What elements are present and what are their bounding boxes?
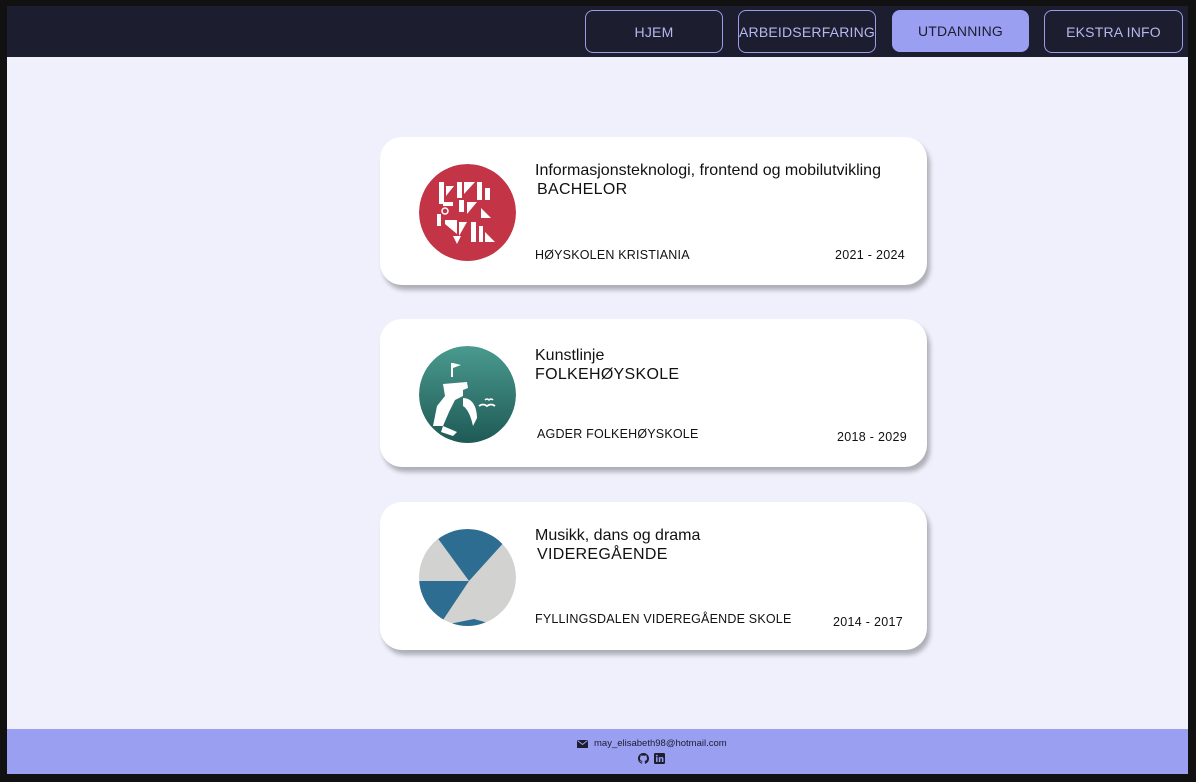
window-frame-left xyxy=(0,0,7,782)
top-navigation: HJEM ARBEIDSERFARING UTDANNING EKSTRA IN… xyxy=(7,6,1188,57)
school-name: FYLLINGSDALEN VIDEREGÅENDE SKOLE xyxy=(535,612,792,626)
mail-icon xyxy=(577,739,588,748)
school-name: HØYSKOLEN KRISTIANIA xyxy=(535,248,690,262)
study-program: Informasjonsteknologi, frontend og mobil… xyxy=(535,162,881,179)
fyllingsdalen-logo-icon xyxy=(419,529,516,626)
nav-hjem-button[interactable]: HJEM xyxy=(585,10,723,53)
education-page: Informasjonsteknologi, frontend og mobil… xyxy=(7,57,1188,729)
degree-type: BACHELOR xyxy=(537,181,628,198)
window-frame-right xyxy=(1188,0,1196,782)
email-address[interactable]: may_elisabeth98@hotmail.com xyxy=(594,738,727,749)
education-card-agder: Kunstlinje FOLKEHØYSKOLE AGDER FOLKEHØYS… xyxy=(380,319,927,467)
github-icon[interactable] xyxy=(638,753,649,764)
study-years: 2018 - 2029 xyxy=(836,430,907,444)
footer: may_elisabeth98@hotmail.com xyxy=(7,729,1188,774)
study-years: 2014 - 2017 xyxy=(832,615,903,629)
study-program: Musikk, dans og drama xyxy=(535,527,701,544)
agder-folkehoyskole-logo-icon xyxy=(419,346,516,443)
school-name: AGDER FOLKEHØYSKOLE xyxy=(537,427,699,441)
kristiania-logo-icon xyxy=(419,164,516,261)
degree-type: FOLKEHØYSKOLE xyxy=(535,366,680,383)
education-card-fyllingsdalen: Musikk, dans og drama VIDEREGÅENDE FYLLI… xyxy=(380,502,927,650)
study-years: 2021 - 2024 xyxy=(834,248,905,262)
social-links xyxy=(638,753,665,764)
nav-ekstra-info-button[interactable]: EKSTRA INFO xyxy=(1044,10,1183,53)
window-frame-bottom xyxy=(0,774,1196,782)
linkedin-icon[interactable] xyxy=(654,753,665,764)
nav-utdanning-button[interactable]: UTDANNING xyxy=(892,10,1029,52)
education-card-kristiania: Informasjonsteknologi, frontend og mobil… xyxy=(380,137,927,285)
nav-arbeidserfaring-button[interactable]: ARBEIDSERFARING xyxy=(738,10,876,53)
degree-type: VIDEREGÅENDE xyxy=(537,546,668,563)
study-program: Kunstlinje xyxy=(535,347,605,364)
contact-email-row: may_elisabeth98@hotmail.com xyxy=(577,738,727,749)
